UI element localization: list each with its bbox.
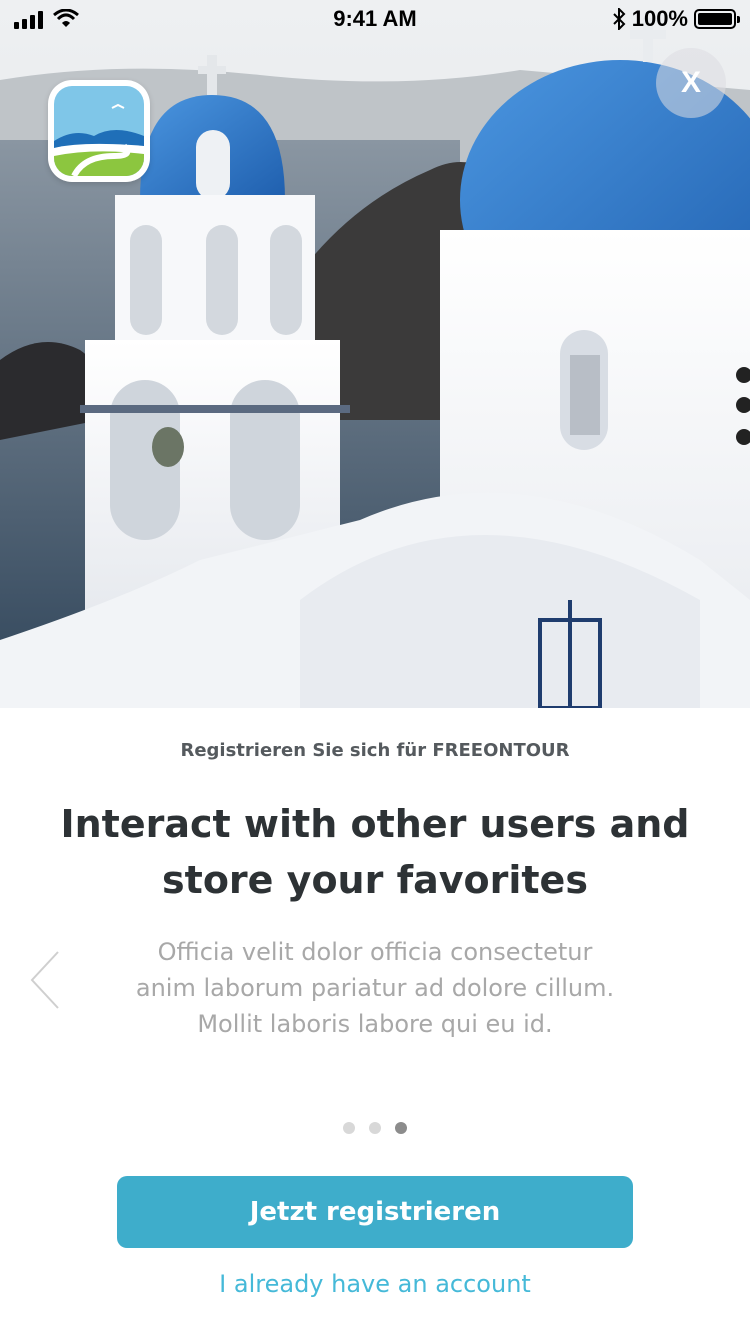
onboarding-content: Registrieren Sie sich für FREEONTOUR Int… bbox=[0, 708, 750, 1334]
subtitle: Registrieren Sie sich für FREEONTOUR bbox=[180, 740, 570, 761]
description-text: Officia velit dolor officia consectetur … bbox=[135, 938, 615, 1038]
page-title: Interact with other users and store your… bbox=[60, 802, 690, 902]
freeontour-logo-icon bbox=[54, 86, 144, 176]
chevron-left-icon[interactable] bbox=[26, 948, 66, 1012]
close-icon: X bbox=[680, 66, 701, 99]
app-logo bbox=[48, 80, 150, 182]
close-button[interactable]: X bbox=[656, 48, 726, 118]
battery-icon bbox=[694, 9, 740, 29]
login-link[interactable]: I already have an account bbox=[0, 1270, 750, 1298]
pagination-dot[interactable] bbox=[343, 1122, 355, 1134]
pagination-dot[interactable] bbox=[369, 1122, 381, 1134]
battery-percentage: 100% bbox=[631, 6, 688, 31]
bluetooth-icon bbox=[613, 8, 626, 30]
status-bar: 9:41 AM 100% bbox=[0, 0, 750, 40]
pagination-dots bbox=[0, 1122, 750, 1134]
register-button[interactable]: Jetzt registrieren bbox=[117, 1176, 633, 1248]
pagination-dot[interactable] bbox=[395, 1122, 407, 1134]
